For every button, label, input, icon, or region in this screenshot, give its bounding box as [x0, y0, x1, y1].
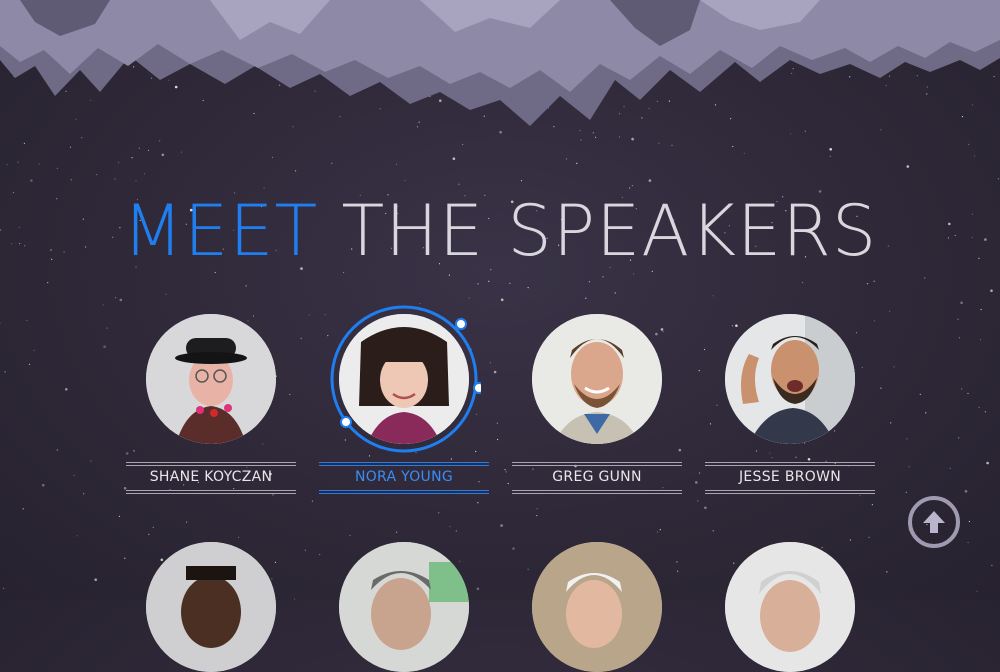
page-title: MEET THE SPEAKERS	[0, 190, 1000, 272]
speaker-photo	[532, 314, 662, 444]
speaker-photo	[725, 314, 855, 444]
speaker-photo	[339, 314, 469, 444]
arrow-up-icon	[923, 511, 945, 533]
speaker-photo	[532, 542, 662, 672]
speaker-name-box: SHANE KOYCZAN	[126, 462, 296, 494]
speaker-name: NORA YOUNG	[354, 469, 454, 485]
title-accent: MEET	[122, 190, 319, 272]
rock-silhouette	[0, 0, 1000, 126]
title-rest: THE SPEAKERS	[318, 190, 878, 272]
speaker-name-box: NORA YOUNG	[319, 462, 489, 494]
scroll-top-button[interactable]	[908, 496, 960, 548]
speaker-photo	[146, 542, 276, 672]
speaker-name-box: GREG GUNN	[512, 462, 682, 494]
speaker-name: SHANE KOYCZAN	[149, 469, 273, 485]
speaker-photo	[146, 314, 276, 444]
speaker-name-box: JESSE BROWN	[705, 462, 875, 494]
speaker-name: JESSE BROWN	[738, 469, 841, 485]
speaker-photo	[339, 542, 469, 672]
speaker-photo	[725, 542, 855, 672]
speaker-name: GREG GUNN	[552, 469, 642, 485]
